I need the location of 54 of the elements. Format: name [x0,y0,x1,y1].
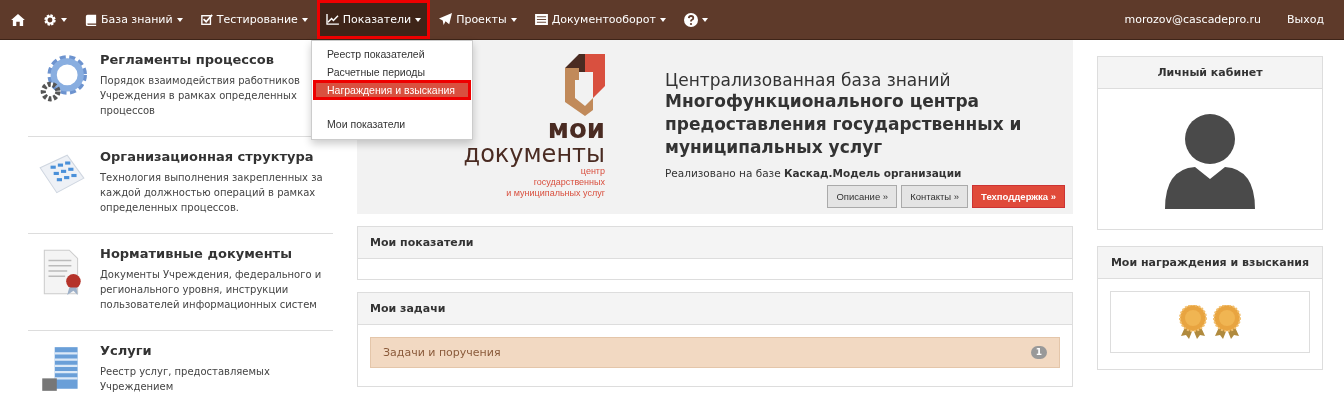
logo-caption: центр [580,166,605,177]
logo-text: мои [547,116,605,142]
info-button[interactable]: Контакты » [901,185,969,208]
nav-menu-item[interactable]: Проекты [430,0,526,39]
line-chart-icon [325,14,339,25]
nav-menu-item[interactable]: Документооборот [525,0,675,39]
panel-title: Мои показатели [370,236,474,249]
task-list-item[interactable]: Задачи и поручения 1 [370,337,1060,368]
panel-title: Мои награждения и взыскания [1110,256,1310,269]
dropdown-menu-item[interactable]: Реестр показателей [312,45,473,63]
checkbox-icon [200,13,213,26]
section-description: Технология выполнения закрепленных за каждой должностью операций в рамках определенных процессов. [100,171,324,215]
inbox-icon [534,14,548,25]
caret-icon [415,17,422,22]
banner-note: Реализовано на базе Каскад.Модель организации [665,167,963,179]
dropdown-menu-item[interactable]: Мои показатели [312,115,473,133]
caret-icon [301,17,308,22]
section-title-link[interactable]: Регламенты процессов [100,52,274,67]
section-description: Документы Учреждения, федерального и регионального уровня, инструкции пользователей информационных систем [100,268,323,312]
section-title-link[interactable]: Услуги [100,343,152,358]
medal-icon [1178,305,1208,339]
logout-link[interactable]: Выход [1270,0,1334,39]
caret-icon [701,17,708,22]
panel-title: Личный кабинет [1157,66,1263,79]
support-button[interactable]: Техподдержка » [972,185,1065,208]
caret-icon [61,17,67,22]
home-icon [11,13,25,26]
count-badge: 1 [1030,346,1047,359]
dropdown-menu-item[interactable]: Расчетные периоды [312,63,473,81]
user-email-link[interactable]: morozov@cascadepro.ru [1108,0,1271,39]
info-button[interactable]: Описание » [827,185,898,208]
logo-text: документы [463,142,605,166]
section-title-link[interactable]: Организационная структура [100,149,314,164]
help-icon [683,12,698,27]
banner-title: Централизованная база знаний [665,70,952,90]
settings-icon [43,12,57,27]
paper-plane-icon [439,13,453,26]
caret-icon [510,17,517,22]
nav-menu-item[interactable]: База знаний [76,0,192,39]
dropdown-menu-item[interactable]: Награждения и взыскания [314,81,471,99]
book-icon [85,13,97,26]
panel-title: Мои задачи [370,302,446,315]
medal-icon [1212,305,1242,339]
logo-icon [565,54,605,116]
logo-caption: и муниципальных услуг [506,188,605,199]
caret-icon [659,17,666,22]
logo-caption: государственных [533,177,605,188]
caret-icon [176,17,183,22]
nav-menu-item[interactable]: Показатели [316,0,431,39]
section-description: Реестр услуг, предоставляемых Учреждением [100,365,271,394]
section-title-link[interactable]: Нормативные документы [100,246,292,261]
task-label: Задачи и поручения [383,346,501,359]
banner-subtitle: Многофункционального центра предоставления государственных и муниципальных услуг [665,90,1023,159]
nav-menu-item[interactable]: Тестирование [191,0,317,39]
